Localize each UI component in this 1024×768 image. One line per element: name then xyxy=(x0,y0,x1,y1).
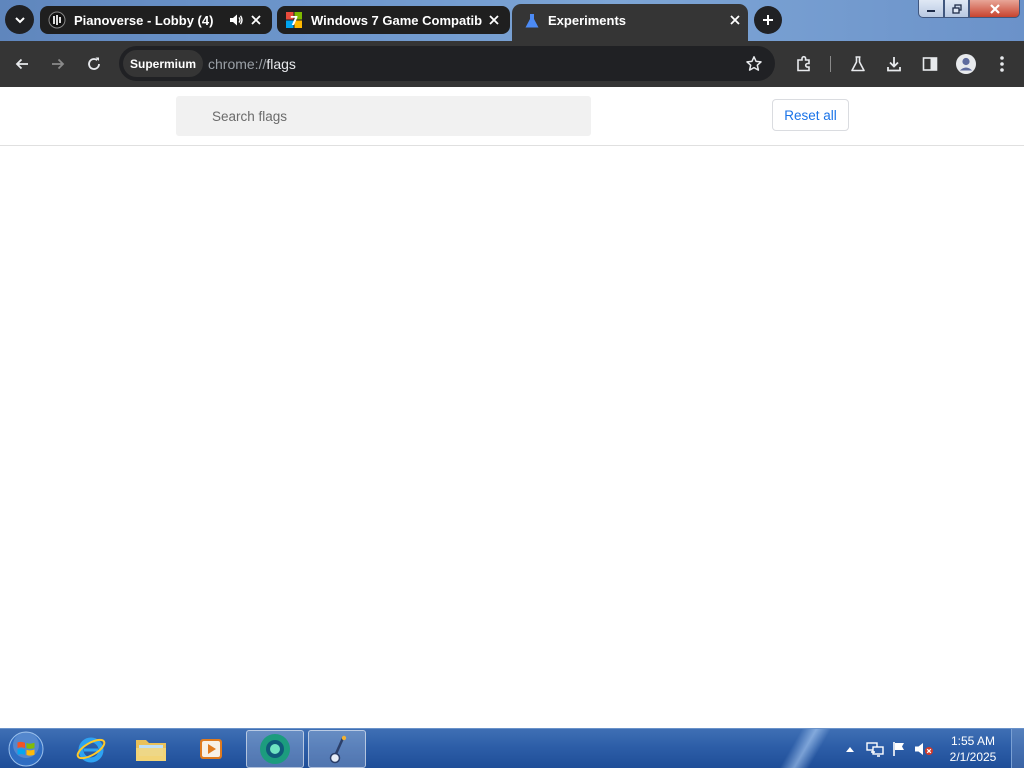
flask-icon xyxy=(525,13,539,27)
tab-title: Windows 7 Game Compatibility xyxy=(311,12,482,28)
win7-favicon: 7 xyxy=(286,12,302,28)
site-chip[interactable]: Supermium xyxy=(123,50,204,77)
taskbar-media-player[interactable] xyxy=(182,730,240,768)
taskbar-internet-explorer[interactable] xyxy=(62,730,120,768)
tab-pianoverse[interactable]: Pianoverse - Lobby (4) xyxy=(40,6,272,34)
taskbar-supermium[interactable] xyxy=(246,730,304,768)
pianoverse-favicon xyxy=(48,11,66,29)
clock-time: 1:55 AM xyxy=(950,734,996,748)
profile-icon xyxy=(956,54,976,74)
chevron-down-icon xyxy=(14,16,25,23)
profile-button[interactable] xyxy=(954,52,978,76)
volume-tray-button[interactable] xyxy=(912,729,936,768)
window-controls xyxy=(918,0,1020,19)
url-text[interactable]: chrome://flags xyxy=(208,56,296,72)
reset-all-button[interactable]: Reset all xyxy=(772,99,849,131)
taskbar-sound-app[interactable] xyxy=(308,730,366,768)
internet-explorer-icon xyxy=(76,737,106,763)
toolbar-divider xyxy=(830,56,831,72)
back-icon xyxy=(15,58,28,70)
tool-icon xyxy=(329,735,347,764)
start-button[interactable] xyxy=(6,731,46,767)
tab-experiments[interactable]: Experiments xyxy=(512,4,748,41)
network-icon xyxy=(866,742,884,757)
new-tab-button[interactable] xyxy=(754,6,782,34)
tab-search-button[interactable] xyxy=(5,5,34,34)
media-player-icon xyxy=(200,739,222,759)
network-tray-button[interactable] xyxy=(864,729,886,768)
download-icon xyxy=(887,57,901,72)
show-desktop-button[interactable] xyxy=(1011,729,1024,768)
url-host: flags xyxy=(266,56,296,72)
url-scheme: chrome:// xyxy=(208,56,267,72)
forward-icon xyxy=(52,58,65,70)
search-flags-input[interactable] xyxy=(176,96,591,136)
menu-icon xyxy=(1000,56,1004,72)
speaker-icon[interactable] xyxy=(228,12,244,28)
reload-button[interactable] xyxy=(82,52,106,76)
plus-icon xyxy=(763,15,773,25)
tab-close-button[interactable] xyxy=(730,13,740,28)
tab-title: Experiments xyxy=(548,13,627,28)
windows-logo-icon xyxy=(8,731,44,767)
side-panel-button[interactable] xyxy=(918,52,942,76)
menu-button[interactable] xyxy=(990,52,1014,76)
chevron-up-icon xyxy=(846,747,854,752)
supermium-icon xyxy=(260,734,290,764)
back-button[interactable] xyxy=(10,52,34,76)
address-bar[interactable]: Supermium chrome://flags xyxy=(119,46,775,81)
minimize-button[interactable] xyxy=(918,0,944,18)
restore-button[interactable] xyxy=(944,0,969,18)
labs-button[interactable] xyxy=(846,52,870,76)
bookmark-button[interactable] xyxy=(743,53,765,75)
side-panel-icon xyxy=(922,57,938,71)
clock-date: 2/1/2025 xyxy=(949,750,997,764)
close-icon xyxy=(989,3,1000,14)
close-icon xyxy=(489,15,499,25)
action-center-tray-button[interactable] xyxy=(888,729,910,768)
reload-icon xyxy=(88,57,100,70)
flags-header: Reset all xyxy=(0,87,1024,146)
labs-icon xyxy=(851,56,865,72)
extensions-icon xyxy=(797,55,810,72)
taskbar-file-explorer[interactable] xyxy=(122,730,180,768)
system-clock[interactable]: 1:55 AM 2/1/2025 xyxy=(940,733,1006,765)
speaker-muted-icon xyxy=(915,743,933,755)
extensions-button[interactable] xyxy=(792,52,816,76)
forward-button[interactable] xyxy=(46,52,70,76)
show-hidden-icons-button[interactable] xyxy=(843,729,857,768)
close-icon xyxy=(251,15,261,25)
downloads-button[interactable] xyxy=(882,52,906,76)
svg-text:7: 7 xyxy=(290,14,298,28)
windows-taskbar: 1:55 AM 2/1/2025 xyxy=(0,728,1024,768)
restore-icon xyxy=(951,3,962,14)
close-window-button[interactable] xyxy=(969,0,1020,18)
close-icon xyxy=(730,15,740,25)
tab-close-button[interactable] xyxy=(486,12,502,28)
flag-icon xyxy=(893,742,904,756)
tab-title: Pianoverse - Lobby (4) xyxy=(74,12,214,28)
browser-title-bar: Pianoverse - Lobby (4) 7 Windows 7 Game … xyxy=(0,0,1024,41)
tab-win7-compat[interactable]: 7 Windows 7 Game Compatibility xyxy=(277,6,510,34)
folder-icon xyxy=(136,740,166,761)
browser-toolbar: Supermium chrome://flags xyxy=(0,41,1024,87)
minimize-icon xyxy=(927,9,935,12)
tab-close-button[interactable] xyxy=(248,12,264,28)
star-icon xyxy=(746,56,762,71)
